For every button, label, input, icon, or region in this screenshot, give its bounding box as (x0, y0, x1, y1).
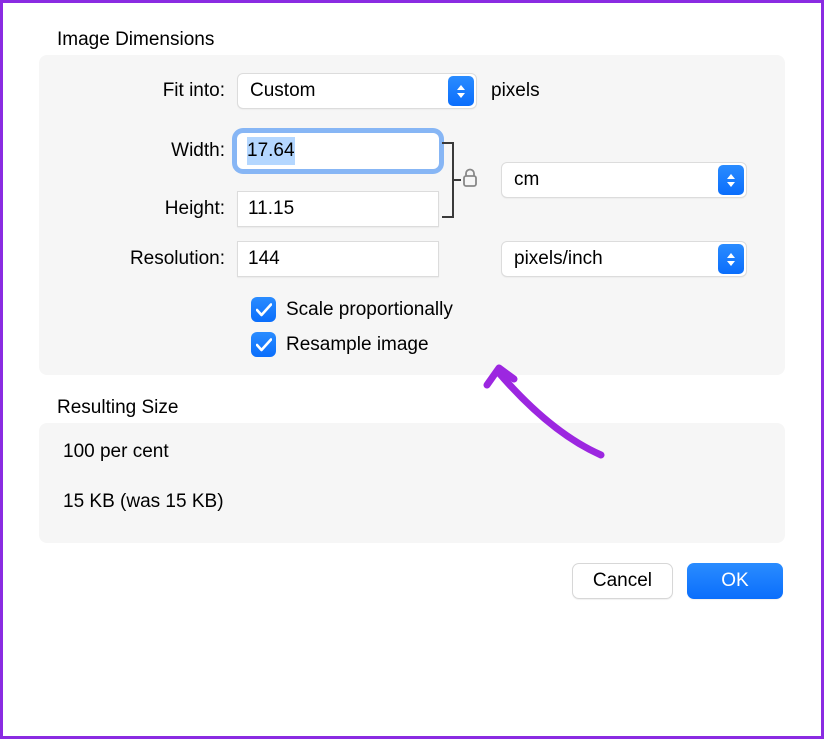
scale-proportionally-label: Scale proportionally (286, 299, 453, 321)
width-height-unit-select[interactable]: cm (501, 162, 747, 198)
resolution-row: Resolution: pixels/inch (57, 239, 767, 279)
width-label: Width: (57, 140, 237, 162)
resolution-input[interactable] (237, 241, 439, 277)
resolution-unit-value: pixels/inch (514, 248, 603, 270)
fit-into-label: Fit into: (57, 80, 237, 102)
scale-proportionally-checkbox[interactable]: Scale proportionally (57, 297, 767, 322)
result-size: 15 KB (was 15 KB) (63, 491, 761, 513)
resolution-label: Resolution: (57, 248, 237, 270)
ok-button[interactable]: OK (687, 563, 783, 599)
bracket-icon (441, 137, 461, 223)
image-dimensions-panel: Fit into: Custom pixels Width: 17.64 Hei… (39, 55, 785, 375)
width-value: 17.64 (247, 137, 295, 165)
result-percent: 100 per cent (63, 441, 761, 463)
resample-image-label: Resample image (286, 334, 429, 356)
chevron-up-down-icon (718, 244, 744, 274)
wh-unit-value: cm (514, 169, 539, 191)
resolution-unit-select[interactable]: pixels/inch (501, 241, 747, 277)
fit-into-unit-label: pixels (491, 80, 540, 102)
width-height-group: Width: 17.64 Height: (57, 131, 767, 229)
width-input[interactable]: 17.64 (237, 133, 439, 169)
height-input[interactable] (237, 191, 439, 227)
height-label: Height: (57, 198, 237, 220)
dialog-buttons: Cancel OK (39, 563, 785, 599)
fit-into-select[interactable]: Custom (237, 73, 477, 109)
resulting-size-title: Resulting Size (39, 397, 785, 419)
resample-image-checkbox[interactable]: Resample image (57, 332, 767, 357)
resulting-size-panel: 100 per cent 15 KB (was 15 KB) (39, 423, 785, 543)
fit-into-value: Custom (250, 80, 315, 102)
checkmark-icon (251, 332, 276, 357)
fit-into-row: Fit into: Custom pixels (57, 71, 767, 111)
chevron-up-down-icon (718, 165, 744, 195)
cancel-button[interactable]: Cancel (572, 563, 673, 599)
lock-icon[interactable] (459, 168, 481, 192)
checkmark-icon (251, 297, 276, 322)
aspect-lock-bracket (439, 137, 475, 223)
chevron-up-down-icon (448, 76, 474, 106)
image-dimensions-title: Image Dimensions (39, 29, 785, 51)
